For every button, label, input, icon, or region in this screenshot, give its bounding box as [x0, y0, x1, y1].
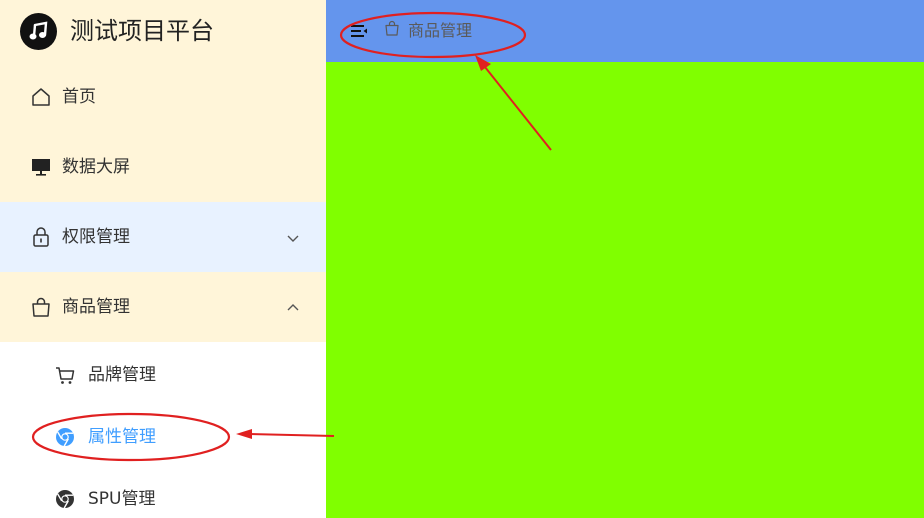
- top-header: 商品管理: [326, 0, 924, 62]
- sidebar-item-label: 权限管理: [62, 227, 130, 247]
- sidebar-item-permission[interactable]: 权限管理: [0, 202, 326, 272]
- sidebar-item-label: 首页: [62, 87, 96, 107]
- sidebar-item-label: 品牌管理: [88, 365, 156, 385]
- chevron-down-icon: [287, 235, 299, 242]
- sidebar-item-label: 数据大屏: [62, 157, 130, 177]
- logo-icon: [20, 13, 57, 50]
- home-icon: [32, 88, 50, 106]
- sidebar-item-label: 属性管理: [88, 427, 156, 447]
- sidebar-item-label: 商品管理: [62, 297, 130, 317]
- cart-icon: [56, 367, 75, 384]
- sidebar-item-home[interactable]: 首页: [0, 62, 326, 132]
- sidebar-subitem-spu[interactable]: SPU管理: [0, 466, 326, 518]
- sidebar: 测试项目平台 首页 数据大屏 权限管理 商品管理 品牌管理 属性管理 SPU管理: [0, 0, 326, 518]
- chrome-icon: [56, 428, 74, 447]
- chevron-up-icon: [287, 304, 299, 311]
- sidebar-subitem-brand[interactable]: 品牌管理: [0, 342, 326, 404]
- sidebar-item-label: SPU管理: [88, 489, 156, 509]
- breadcrumb[interactable]: 商品管理: [408, 21, 472, 41]
- fold-menu-icon[interactable]: [350, 22, 368, 40]
- sidebar-subitem-attribute[interactable]: 属性管理: [0, 404, 326, 466]
- logo-row: 测试项目平台: [0, 0, 326, 62]
- shopping-bag-icon: [32, 297, 50, 317]
- app-title: 测试项目平台: [70, 17, 214, 45]
- lock-icon: [33, 227, 49, 247]
- chrome-icon: [56, 490, 74, 509]
- monitor-icon: [32, 159, 50, 176]
- shopping-bag-icon: [385, 20, 399, 36]
- sidebar-item-data-screen[interactable]: 数据大屏: [0, 132, 326, 202]
- main-content: [326, 62, 924, 518]
- sidebar-item-goods[interactable]: 商品管理: [0, 272, 326, 342]
